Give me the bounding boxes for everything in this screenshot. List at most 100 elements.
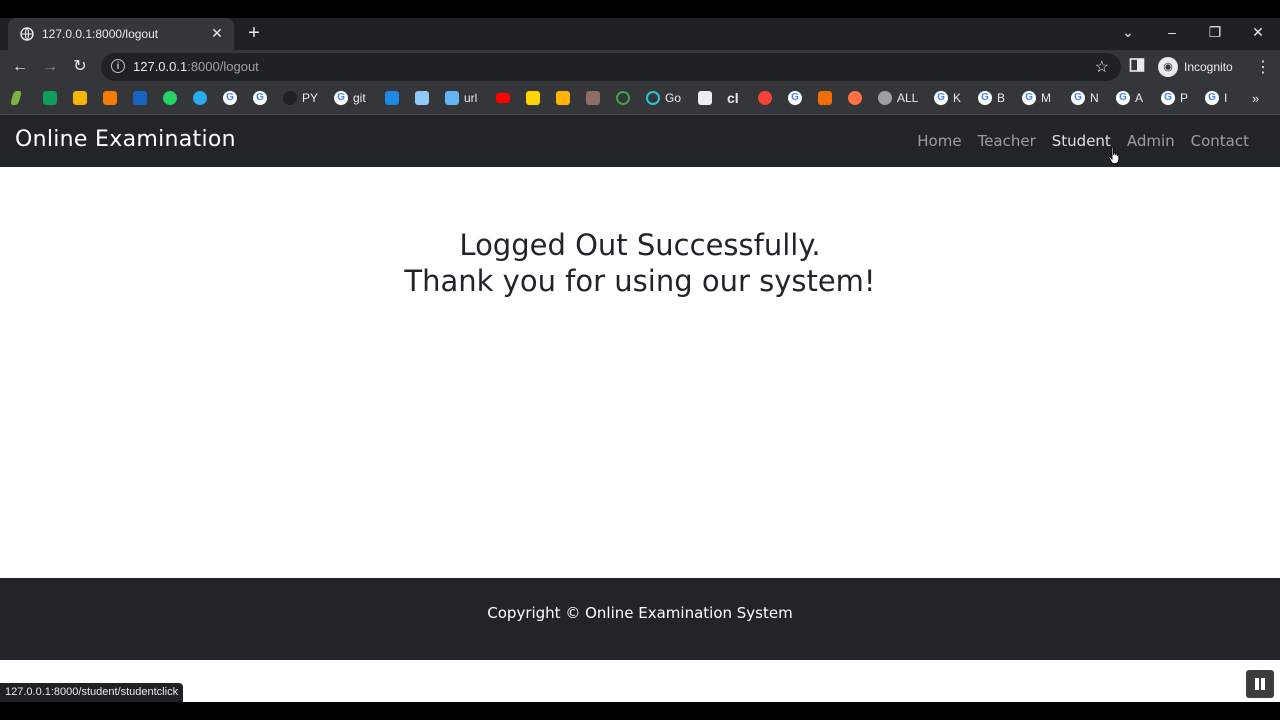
url-text[interactable]: 127.0.0.1:8000/logout — [133, 59, 259, 74]
google-icon: G — [223, 91, 237, 105]
google-icon: G — [1161, 91, 1175, 105]
menu-icon[interactable]: ⋮ — [1255, 57, 1271, 77]
hand-cursor-icon — [1108, 146, 1120, 165]
reload-icon[interactable]: ↻ — [70, 57, 90, 77]
ieee-icon — [133, 91, 147, 105]
site-footer: Copyright © Online Examination System — [0, 578, 1280, 660]
url-path: :8000/logout — [187, 59, 259, 74]
tab-search-icon[interactable]: ⌄ — [1108, 18, 1148, 48]
bookmark-8[interactable]: G — [223, 90, 237, 106]
whatsapp-icon — [163, 91, 177, 105]
bookmark-star-icon[interactable]: ☆ — [1095, 57, 1109, 77]
google-icon: G — [253, 91, 267, 105]
logout-message-line1: Logged Out Successfully. — [459, 228, 821, 262]
bookmark-py[interactable]: PY — [283, 90, 318, 106]
bookmark-17[interactable] — [556, 90, 570, 106]
google-icon: G — [1022, 91, 1036, 105]
bookmark-3[interactable] — [73, 90, 87, 106]
bookmark-13[interactable] — [415, 90, 429, 106]
footer-copyright: Copyright © Online Examination System — [487, 604, 793, 622]
globe-icon — [20, 27, 34, 41]
address-bar[interactable]: i 127.0.0.1:8000/logout ☆ — [101, 53, 1121, 81]
nav-admin[interactable]: Admin — [1119, 132, 1183, 150]
bookmark-label: Go — [665, 91, 682, 105]
close-window-button[interactable]: ✕ — [1238, 18, 1278, 48]
bookmark-m[interactable]: GM — [1022, 90, 1051, 106]
bookmark-icon — [73, 91, 87, 105]
close-tab-icon[interactable]: ✕ — [208, 24, 226, 42]
bookmark-label: K — [953, 91, 962, 105]
forward-icon[interactable]: → — [40, 57, 60, 77]
browser-tab[interactable]: 127.0.0.1:8000/logout ✕ — [8, 18, 234, 50]
incognito-indicator[interactable]: ◉ Incognito — [1156, 55, 1242, 79]
bookmark-label: A — [1135, 91, 1144, 105]
bookmark-2[interactable] — [43, 90, 57, 106]
bookmark-url[interactable]: url — [445, 90, 477, 106]
bookmark-9[interactable]: G — [253, 90, 267, 106]
nav-contact[interactable]: Contact — [1183, 132, 1257, 150]
google-icon: G — [1116, 91, 1130, 105]
web-page: Online Examination Home Teacher Student … — [0, 115, 1280, 702]
bookmark-git[interactable]: Ggit — [334, 90, 366, 106]
bookmark-a[interactable]: GA — [1116, 90, 1143, 106]
incognito-icon: ◉ — [1158, 57, 1178, 77]
bookmark-icon — [698, 91, 712, 105]
google-icon: G — [978, 91, 992, 105]
nav-home[interactable]: Home — [909, 132, 969, 150]
logout-message-line2: Thank you for using our system! — [404, 264, 876, 298]
incognito-label: Incognito — [1184, 60, 1233, 74]
bookmark-icon — [526, 91, 540, 105]
bookmark-12[interactable] — [385, 90, 399, 106]
bookmark-cl[interactable]: cl — [727, 90, 739, 106]
back-icon[interactable]: ← — [10, 57, 30, 77]
bookmark-7[interactable] — [193, 90, 207, 106]
bookmark-25[interactable] — [818, 90, 832, 106]
bookmark-24[interactable]: G — [788, 90, 802, 106]
restore-button[interactable]: ❐ — [1195, 18, 1235, 48]
bookmark-15[interactable] — [496, 90, 510, 106]
google-icon: G — [934, 91, 948, 105]
telegram-icon — [193, 91, 207, 105]
bookmark-1[interactable] — [10, 90, 22, 106]
bookmark-go[interactable]: Go — [646, 90, 681, 106]
status-bar-url: 127.0.0.1:8000/student/studentclick — [0, 683, 184, 702]
bookmark-b[interactable]: GB — [978, 90, 1005, 106]
minimize-button[interactable]: – — [1152, 18, 1192, 48]
site-brand[interactable]: Online Examination — [15, 127, 236, 152]
bookmark-16[interactable] — [526, 90, 540, 106]
google-icon: G — [334, 91, 348, 105]
bookmark-icon — [646, 91, 660, 105]
bookmark-i[interactable]: GI — [1205, 90, 1227, 106]
bookmark-21[interactable] — [698, 90, 712, 106]
globe-icon — [878, 91, 892, 105]
github-icon — [283, 91, 297, 105]
bookmark-5[interactable] — [133, 90, 147, 106]
bookmark-26[interactable] — [848, 90, 862, 106]
logout-message: Logged Out Successfully. Thank you for u… — [0, 227, 1280, 299]
bookmark-p[interactable]: GP — [1161, 90, 1188, 106]
pause-icon[interactable] — [1246, 670, 1274, 698]
new-tab-button[interactable]: + — [244, 23, 264, 44]
site-info-icon[interactable]: i — [111, 59, 125, 73]
bookmark-23[interactable] — [758, 90, 772, 106]
bookmark-label: url — [464, 91, 478, 105]
bookmark-label: cl — [727, 90, 739, 106]
bookmark-19[interactable] — [616, 90, 630, 106]
more-bookmarks-icon[interactable]: » — [1252, 90, 1259, 106]
bookmark-icon — [586, 91, 600, 105]
bookmark-n[interactable]: GN — [1071, 90, 1099, 106]
bookmark-k[interactable]: GK — [934, 90, 961, 106]
bookmark-6[interactable] — [163, 90, 177, 106]
bookmark-label: N — [1090, 91, 1099, 105]
google-icon: G — [788, 91, 802, 105]
bookmark-4[interactable] — [103, 90, 117, 106]
bookmark-icon — [818, 91, 832, 105]
side-panel-icon[interactable] — [1129, 57, 1145, 77]
bookmark-all[interactable]: ALL — [878, 90, 918, 106]
url-host: 127.0.0.1 — [133, 59, 188, 74]
nav-teacher[interactable]: Teacher — [970, 132, 1044, 150]
screen-top-border — [0, 0, 1280, 18]
bookmark-18[interactable] — [586, 90, 600, 106]
google-icon: G — [1205, 91, 1219, 105]
sheets-icon — [43, 91, 57, 105]
